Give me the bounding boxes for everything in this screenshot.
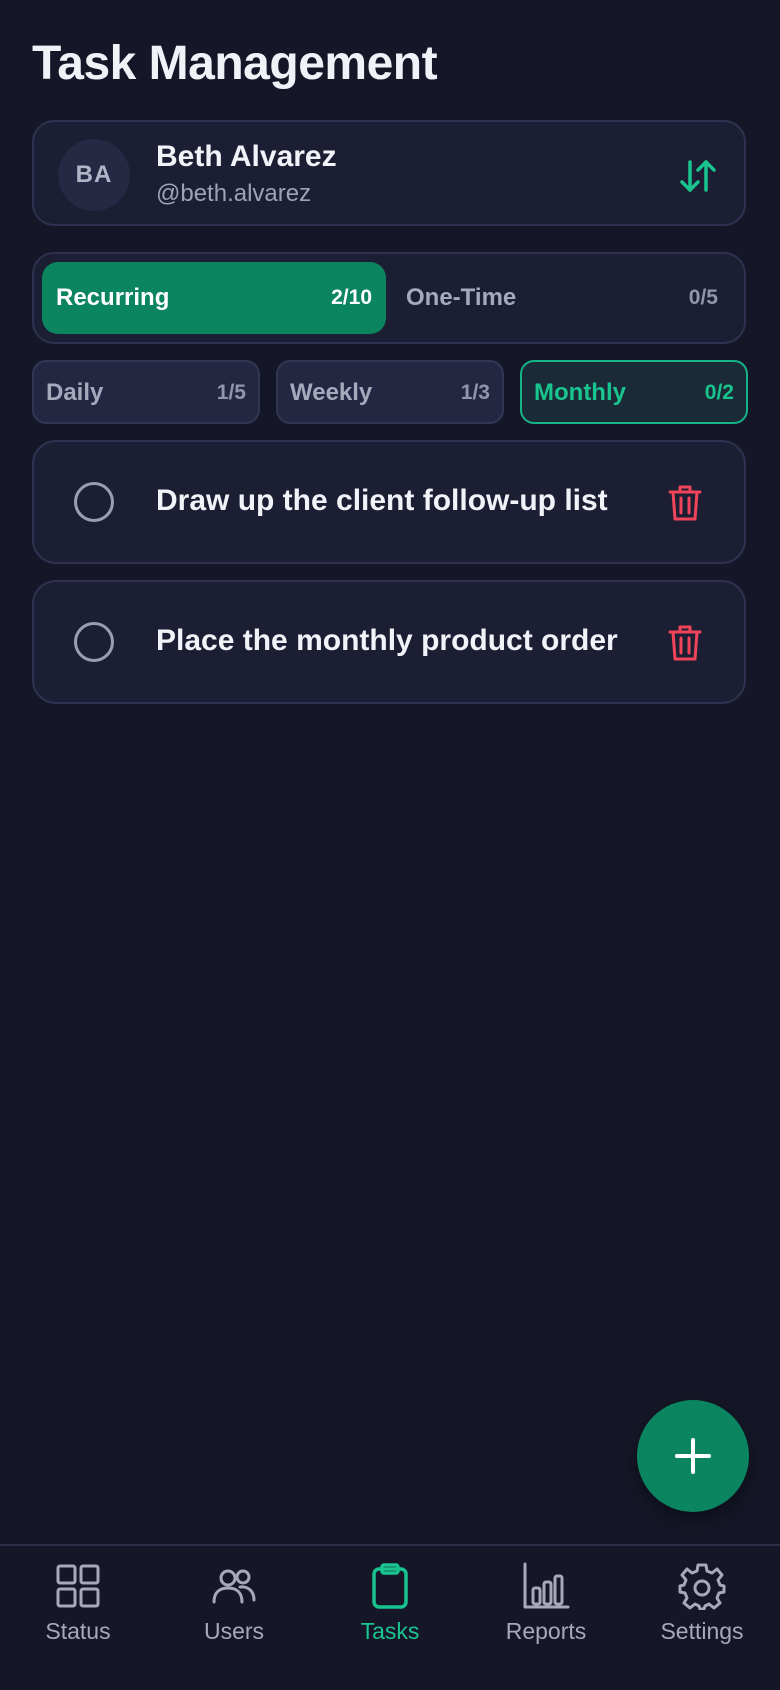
filter-count: 0/2 xyxy=(704,381,734,404)
tab-users[interactable]: Users xyxy=(156,1562,312,1662)
grid-icon xyxy=(56,1564,100,1608)
users-icon xyxy=(212,1569,256,1604)
segment-label: Recurring xyxy=(56,284,170,311)
task-item[interactable]: Draw up the client follow-up list xyxy=(32,440,746,564)
add-task-button[interactable] xyxy=(637,1400,749,1512)
page-title: Task Management xyxy=(32,37,438,90)
filter-count: 1/5 xyxy=(216,381,246,404)
trash-icon[interactable] xyxy=(668,624,702,662)
filter-label: Monthly xyxy=(534,379,626,406)
trash-icon[interactable] xyxy=(668,484,702,522)
clipboard-icon xyxy=(372,1563,408,1609)
user-name: Beth Alvarez xyxy=(156,140,337,173)
segment-count: 2/10 xyxy=(331,286,372,309)
filter-label: Weekly xyxy=(290,379,373,406)
gear-icon xyxy=(678,1563,726,1610)
filter-label: Daily xyxy=(46,379,104,406)
task-item[interactable]: Place the monthly product order xyxy=(32,580,746,704)
tab-settings[interactable]: Settings xyxy=(624,1562,780,1662)
swap-sort-icon[interactable] xyxy=(678,156,718,196)
task-type-segmented-control: Recurring 2/10 One-Time 0/5 xyxy=(32,252,746,344)
task-title: Place the monthly product order xyxy=(156,624,618,657)
tab-status[interactable]: Status xyxy=(0,1562,156,1662)
plus-icon xyxy=(675,1438,711,1474)
task-title: Draw up the client follow-up list xyxy=(156,484,608,517)
task-checkbox[interactable] xyxy=(74,482,114,522)
tab-tasks[interactable]: Tasks xyxy=(312,1562,468,1662)
segment-count: 0/5 xyxy=(688,286,718,309)
segment-recurring[interactable]: Recurring 2/10 xyxy=(42,262,386,334)
user-handle: @beth.alvarez xyxy=(156,180,312,207)
avatar: BA xyxy=(58,139,130,211)
tab-reports[interactable]: Reports xyxy=(468,1562,624,1662)
task-checkbox[interactable] xyxy=(74,622,114,662)
tab-label: Settings xyxy=(660,1618,744,1644)
segment-one-time[interactable]: One-Time 0/5 xyxy=(392,262,732,334)
filter-count: 1/3 xyxy=(460,381,490,404)
filter-weekly[interactable]: Weekly 1/3 xyxy=(276,360,504,424)
tab-label: Reports xyxy=(505,1618,587,1644)
bar-chart-icon xyxy=(523,1562,570,1609)
segment-label: One-Time xyxy=(406,284,517,311)
filter-monthly[interactable]: Monthly 0/2 xyxy=(520,360,748,424)
tab-label: Status xyxy=(45,1618,111,1644)
bottom-tab-bar: Status Users Tasks Reports Settings xyxy=(0,1544,780,1690)
user-card[interactable]: BA Beth Alvarez @beth.alvarez xyxy=(32,120,746,226)
filter-daily[interactable]: Daily 1/5 xyxy=(32,360,260,424)
tab-label: Tasks xyxy=(360,1618,420,1644)
tab-label: Users xyxy=(203,1618,265,1644)
